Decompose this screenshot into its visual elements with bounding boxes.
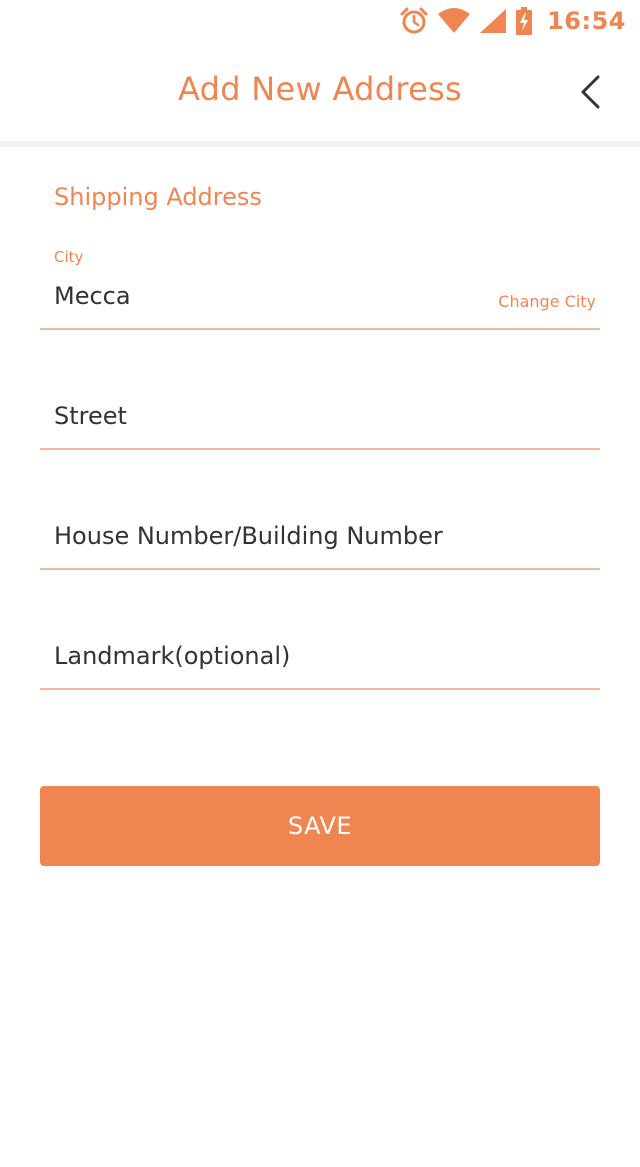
wifi-icon <box>437 8 471 34</box>
app-bar: Add New Address <box>0 42 640 142</box>
header-divider <box>0 141 640 147</box>
battery-charging-icon <box>515 7 533 35</box>
house-number-input[interactable]: House Number/Building Number <box>40 488 600 570</box>
city-label: City <box>54 248 84 266</box>
change-city-link[interactable]: Change City <box>498 292 596 311</box>
landmark-placeholder: Landmark(optional) <box>54 642 291 670</box>
street-placeholder: Street <box>54 402 127 430</box>
section-title: Shipping Address <box>54 183 262 211</box>
signal-icon <box>479 8 507 34</box>
status-time: 16:54 <box>547 7 626 35</box>
street-input[interactable]: Street <box>40 368 600 450</box>
save-button[interactable]: SAVE <box>40 786 600 866</box>
city-value: Mecca <box>54 282 131 310</box>
status-bar: 16:54 <box>0 0 640 42</box>
alarm-icon <box>399 6 429 36</box>
landmark-input[interactable]: Landmark(optional) <box>40 608 600 690</box>
page-title: Add New Address <box>177 70 463 108</box>
city-field[interactable]: City Mecca Change City <box>40 248 600 330</box>
chevron-left-icon <box>581 75 600 109</box>
house-number-placeholder: House Number/Building Number <box>54 522 443 550</box>
back-button[interactable] <box>570 70 610 114</box>
add-address-screen: 16:54 Add New Address Shipping Address C… <box>0 0 640 1167</box>
